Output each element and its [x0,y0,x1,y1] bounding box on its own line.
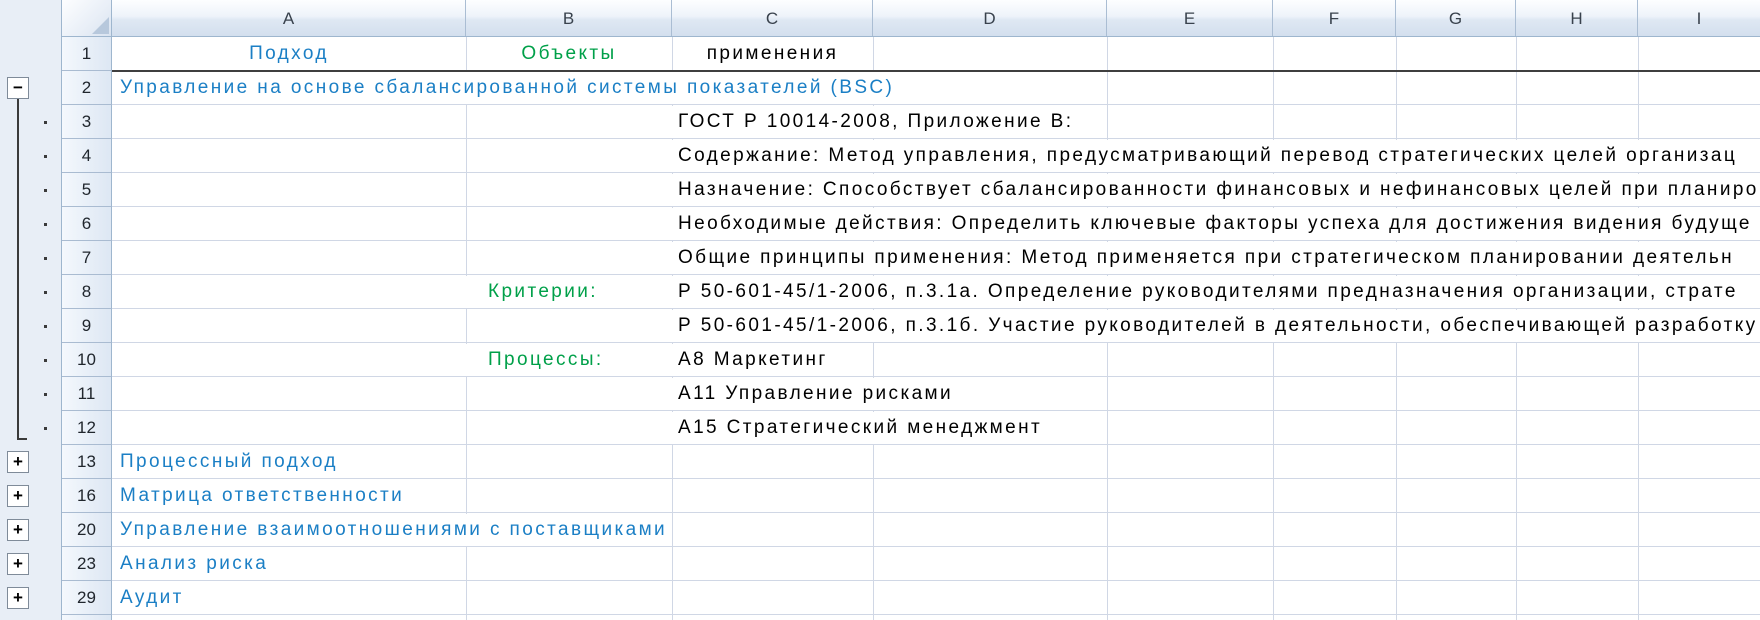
cell-A2[interactable]: Управление на основе сбалансированной си… [112,72,894,104]
expand-group-button-row-13[interactable]: + [7,451,29,473]
outline-level2-dot [44,189,47,192]
row-header-6[interactable]: 6 [62,207,112,241]
expand-group-button-row-23[interactable]: + [7,553,29,575]
column-header-F[interactable]: F [1273,0,1396,36]
collapse-group-button-row-2[interactable]: − [7,77,29,99]
row-header-3[interactable]: 3 [62,105,112,139]
row-header-29[interactable]: 29 [62,581,112,615]
outline-level2-dot [44,325,47,328]
outline-level2-dot [44,121,47,124]
cell-C8[interactable]: Р 50-601-45/1-2006, п.3.1а. Определение … [672,276,1760,308]
cell-B1[interactable]: Объекты [466,38,672,70]
row-header-5[interactable]: 5 [62,173,112,207]
gridline-horizontal [112,206,1760,207]
cell-C10[interactable]: А8 Маркетинг [672,344,828,376]
expand-group-button-row-16[interactable]: + [7,485,29,507]
outline-bracket-line [17,98,19,440]
row-header-20[interactable]: 20 [62,513,112,547]
cell-A16[interactable]: Матрица ответственности [112,480,404,512]
row-header-2[interactable]: 2 [62,71,112,105]
row-header-11[interactable]: 11 [62,377,112,411]
gridline-horizontal [112,546,1760,547]
cell-C6[interactable]: Необходимые действия: Определить ключевы… [672,208,1760,240]
cell-B8[interactable]: Критерии: [466,276,598,308]
row-header-13[interactable]: 13 [62,445,112,479]
gridline-horizontal [112,512,1760,513]
column-header-B[interactable]: B [466,0,672,36]
outline-level2-dot [44,393,47,396]
gridline-horizontal [112,580,1760,581]
outline-level2-dot [44,427,47,430]
column-header-H[interactable]: H [1516,0,1638,36]
column-header-G[interactable]: G [1396,0,1516,36]
cell-C5[interactable]: Назначение: Способствует сбалансированно… [672,174,1760,206]
cell-B10[interactable]: Процессы: [466,344,604,376]
gridline-horizontal [112,308,1760,309]
cell-A1[interactable]: Подход [112,38,466,70]
gridline-horizontal [112,376,1760,377]
select-all-triangle-icon [92,17,109,34]
cell-A23[interactable]: Анализ риска [112,548,268,580]
row-header-12[interactable]: 12 [62,411,112,445]
cell-C9[interactable]: Р 50-601-45/1-2006, п.3.1б. Участие руко… [672,310,1760,342]
column-header-C[interactable]: C [672,0,873,36]
gridline-horizontal [112,478,1760,479]
gridline-horizontal [112,342,1760,343]
outline-bracket-foot [17,438,27,440]
gridline-horizontal [112,274,1760,275]
cell-A20[interactable]: Управление взаимоотношениями с поставщик… [112,514,667,546]
cell-C12[interactable]: А15 Стратегический менеджмент [672,412,1042,444]
row-header-9[interactable]: 9 [62,309,112,343]
spreadsheet: 12 ABCDEFGHI 1ПодходОбъектыприменения 2 − Упр… [0,0,1760,620]
cell-C3[interactable]: ГОСТ Р 10014-2008, Приложение В: [672,106,1073,138]
row-header-23[interactable]: 23 [62,547,112,581]
column-header-I[interactable]: I [1638,0,1760,36]
row-header-4[interactable]: 4 [62,139,112,173]
gridline-horizontal [112,104,1760,105]
cell-A13[interactable]: Процессный подход [112,446,338,478]
cell-C11[interactable]: А11 Управление рисками [672,378,953,410]
column-header-D[interactable]: D [873,0,1107,36]
column-header-A[interactable]: A [112,0,466,36]
outline-level2-dot [44,223,47,226]
gridline-horizontal [112,444,1760,445]
cell-C7[interactable]: Общие принципы применения: Метод применя… [672,242,1760,274]
row-header-16[interactable]: 16 [62,479,112,513]
expand-group-button-row-20[interactable]: + [7,519,29,541]
cell-A29[interactable]: Аудит [112,582,184,614]
gridline-horizontal [112,410,1760,411]
gridline-horizontal [112,614,1760,615]
gridline-horizontal [112,240,1760,241]
row-header-7[interactable]: 7 [62,241,112,275]
select-all-button[interactable] [62,0,112,36]
row-header-10[interactable]: 10 [62,343,112,377]
cell-C1[interactable]: применения [672,38,873,70]
gridline-horizontal [112,138,1760,139]
row-header-8[interactable]: 8 [62,275,112,309]
outline-level2-dot [44,155,47,158]
outline-level2-dot [44,291,47,294]
cell-C4[interactable]: Содержание: Метод управления, предусматр… [672,140,1760,172]
column-header-E[interactable]: E [1107,0,1273,36]
outline-level2-dot [44,359,47,362]
expand-group-button-row-29[interactable]: + [7,587,29,609]
gridline-horizontal [112,172,1760,173]
outline-level2-dot [44,257,47,260]
row-header-1[interactable]: 1 [62,37,112,71]
